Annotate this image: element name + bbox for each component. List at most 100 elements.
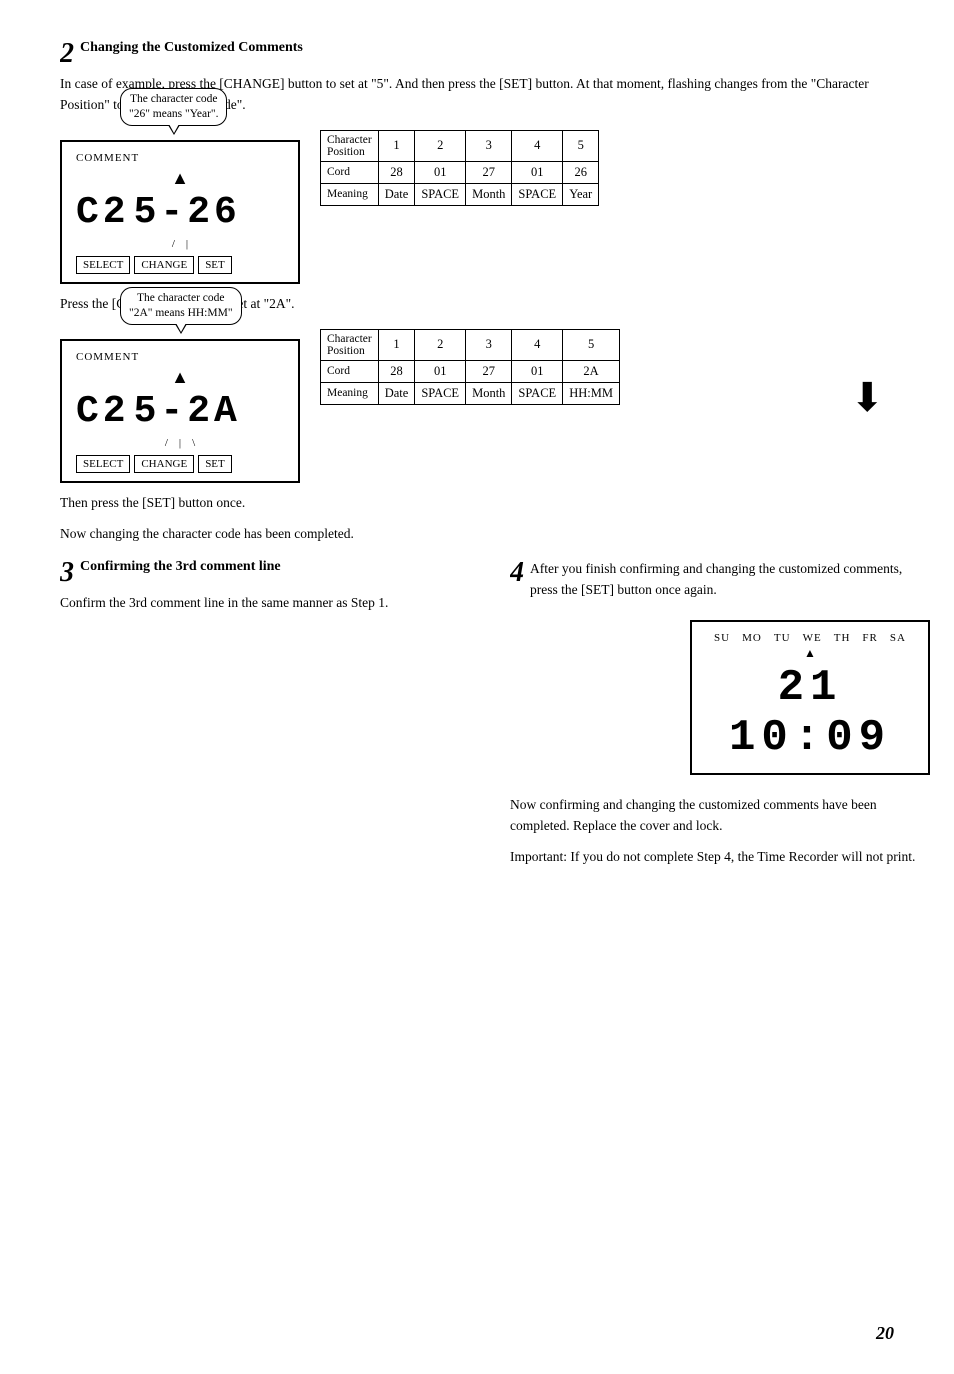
step2-body3-wrap: Then press the [SET] button once. [60,493,894,514]
diagram-row-1: The character code "26" means "Year". CO… [60,130,894,284]
device-buttons-1: SELECT CHANGE SET [76,256,284,274]
clock-days-row: SU MO TU WE TH FR SA [708,632,912,644]
step3-body: Confirm the 3rd comment line in the same… [60,593,480,614]
table1-meaning-5: Year [563,183,599,205]
step4-body2: Now confirming and changing the customiz… [510,795,930,837]
char-table-1: CharacterPosition 1 2 3 4 5 Cord 28 01 2… [320,130,599,206]
step4-body3: Important: If you do not complete Step 4… [510,847,930,868]
down-arrow: ⬇ [850,374,884,421]
diagram-row-2: The character code "2A" means HH:MM" COM… [60,329,894,483]
table2-header-0: CharacterPosition [321,329,379,360]
step3-number: 3 [60,559,74,587]
display2-right: 5-2A [134,390,241,433]
table2-cord-3: 27 [466,360,512,382]
btn-set-1[interactable]: SET [198,256,232,274]
table1-cord-1: 28 [378,161,415,183]
btn-set-2[interactable]: SET [198,455,232,473]
device-label-2: COMMENT [76,351,284,363]
btn-change-2[interactable]: CHANGE [134,455,194,473]
table2-cord-4: 01 [512,360,563,382]
display2-left: C2 [76,390,130,433]
clock-display-box: SU MO TU WE TH FR SA ▲ 21 10:09 [690,620,930,775]
table1-header-5: 5 [563,130,599,161]
diagram-left-1: The character code "26" means "Year". CO… [60,130,300,284]
clock-digits: 21 10:09 [708,663,912,763]
device-box-2: COMMENT ▲ C2 5-2A / | \ SELECT CHANGE SE… [60,339,300,483]
table1-cord-2: 01 [415,161,466,183]
callout-bubble-1: The character code "26" means "Year". [120,88,227,126]
table2-meaning-4: SPACE [512,382,563,404]
day-tu: TU [774,632,791,644]
table1-meaning-1: Date [378,183,415,205]
day-sa: SA [890,632,906,644]
device-display-2: C2 5-2A [76,390,284,433]
table1-meaning-label: Meaning [321,183,379,205]
step2-number: 2 [60,40,74,68]
device-wrap-2: The character code "2A" means HH:MM" COM… [60,329,300,483]
table1-cord-4: 01 [512,161,563,183]
step3-col: 3 Confirming the 3rd comment line Confir… [60,559,480,879]
step2-title: Changing the Customized Comments [80,40,303,55]
table2-meaning-label: Meaning [321,382,379,404]
btn-select-2[interactable]: SELECT [76,455,130,473]
diagram-left-2: The character code "2A" means HH:MM" COM… [60,329,300,483]
table2-meaning-2: SPACE [415,382,466,404]
step4-body1: After you finish confirming and changing… [530,561,902,597]
device-buttons-2: SELECT CHANGE SET [76,455,284,473]
table2-cord-5: 2A [563,360,620,382]
step4-header: 4 After you finish confirming and changi… [510,559,930,601]
step2-body3: Then press the [SET] button once. [60,493,894,514]
table2-cord-2: 01 [415,360,466,382]
step4-number: 4 [510,559,524,587]
day-we: WE [803,632,822,644]
page-number: 20 [876,1323,894,1344]
step2-body4-wrap: Now changing the character code has been… [60,524,894,545]
table2-cord-1: 28 [378,360,415,382]
display1-right: 5-26 [134,191,241,234]
step2-body4: Now changing the character code has been… [60,524,894,545]
device-display-1: C2 5-26 [76,191,284,234]
table2-header-5: 5 [563,329,620,360]
table1-meaning-2: SPACE [415,183,466,205]
step4-col: 4 After you finish confirming and changi… [510,559,930,879]
step3-header: 3 Confirming the 3rd comment line [60,559,480,587]
clock-triangle: ▲ [708,646,912,661]
table2-header-1: 1 [378,329,415,360]
table1-header-0: CharacterPosition [321,130,379,161]
device-lines-2: / | \ [76,437,284,449]
device-wrap-1: The character code "26" means "Year". CO… [60,130,300,284]
diagram-right-1: CharacterPosition 1 2 3 4 5 Cord 28 01 2… [320,130,894,206]
table2-header-3: 3 [466,329,512,360]
table2-cord-label: Cord [321,360,379,382]
display1-left: C2 [76,191,130,234]
step2-header: 2 Changing the Customized Comments [60,40,894,68]
device-lines-1: / | [76,238,284,250]
table2-meaning-1: Date [378,382,415,404]
diagram-right-2: CharacterPosition 1 2 3 4 5 Cord 28 01 2… [320,329,894,405]
day-fr: FR [862,632,877,644]
device-arrow-1: ▲ [76,168,284,189]
day-th: TH [834,632,851,644]
table2-meaning-3: Month [466,382,512,404]
table1-meaning-3: Month [466,183,512,205]
table1-header-4: 4 [512,130,563,161]
table1-header-2: 2 [415,130,466,161]
table1-header-1: 1 [378,130,415,161]
device-arrow-2: ▲ [76,367,284,388]
device-box-1: COMMENT ▲ C2 5-26 / | SELECT CHANGE SET [60,140,300,284]
step3-title: Confirming the 3rd comment line [80,559,281,574]
table1-header-3: 3 [466,130,512,161]
table2-header-4: 4 [512,329,563,360]
table2-meaning-5: HH:MM [563,382,620,404]
btn-change-1[interactable]: CHANGE [134,256,194,274]
char-table-2: CharacterPosition 1 2 3 4 5 Cord 28 01 2… [320,329,620,405]
day-mo: MO [742,632,762,644]
device-label-1: COMMENT [76,152,284,164]
table1-cord-label: Cord [321,161,379,183]
two-col-section: 3 Confirming the 3rd comment line Confir… [60,559,894,879]
table1-cord-3: 27 [466,161,512,183]
table1-meaning-4: SPACE [512,183,563,205]
table2-header-2: 2 [415,329,466,360]
btn-select-1[interactable]: SELECT [76,256,130,274]
callout-bubble-2: The character code "2A" means HH:MM" [120,287,242,325]
